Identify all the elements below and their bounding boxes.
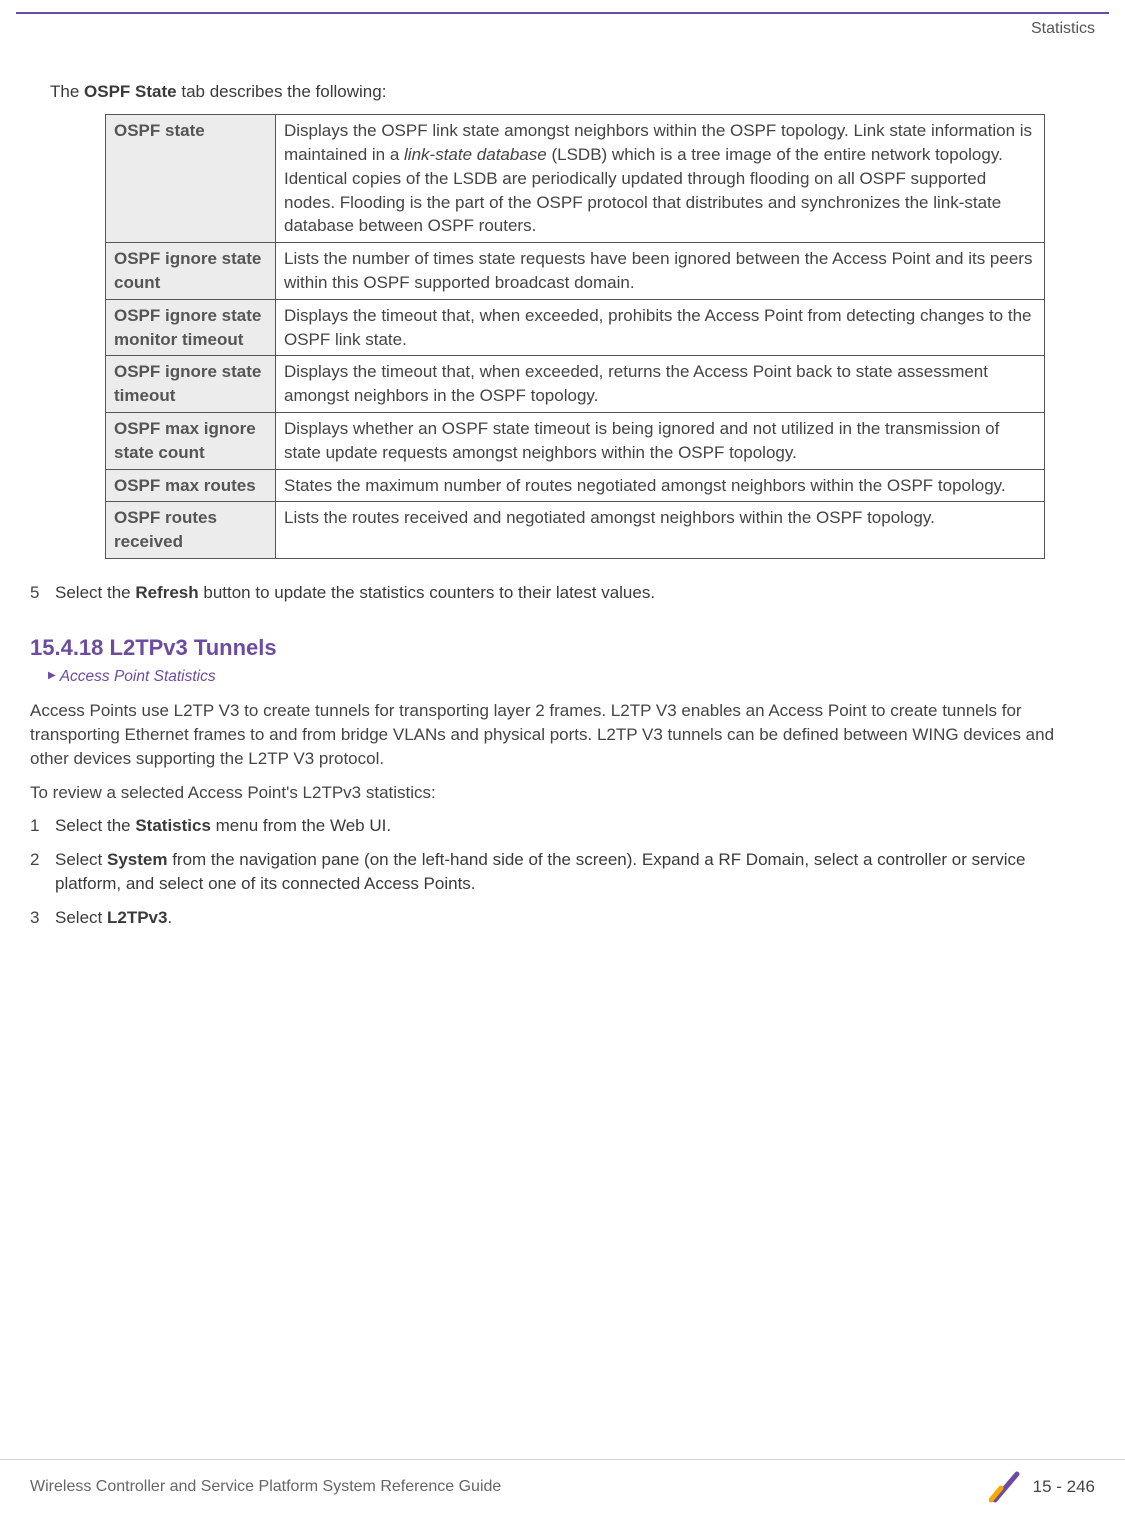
table-row: OSPF ignore state monitor timeout Displa… bbox=[106, 299, 1045, 356]
step-bold: System bbox=[107, 850, 167, 869]
triangle-right-icon: ▶ bbox=[48, 669, 56, 683]
intro-prefix: The bbox=[50, 82, 84, 101]
table-row: OSPF ignore state count Lists the number… bbox=[106, 243, 1045, 300]
intro-line: The OSPF State tab describes the followi… bbox=[30, 80, 1095, 104]
row-label: OSPF state bbox=[106, 115, 276, 243]
intro-bold: OSPF State bbox=[84, 82, 177, 101]
page-content: The OSPF State tab describes the followi… bbox=[0, 40, 1125, 1459]
step-bold: Statistics bbox=[135, 816, 211, 835]
footer-right: 15 - 246 bbox=[989, 1470, 1095, 1504]
step-prefix: Select the bbox=[55, 816, 135, 835]
row-desc: Lists the routes received and negotiated… bbox=[276, 502, 1045, 559]
page-number: 15 - 246 bbox=[1033, 1475, 1095, 1499]
step-number: 5 bbox=[30, 581, 55, 605]
row-desc: States the maximum number of routes nego… bbox=[276, 469, 1045, 502]
step-prefix: Select bbox=[55, 850, 107, 869]
step-1: 1 Select the Statistics menu from the We… bbox=[30, 814, 1095, 838]
table-row: OSPF state Displays the OSPF link state … bbox=[106, 115, 1045, 243]
row-desc: Displays the timeout that, when exceeded… bbox=[276, 299, 1045, 356]
table-row: OSPF max routes States the maximum numbe… bbox=[106, 469, 1045, 502]
step-number: 1 bbox=[30, 814, 55, 838]
header-breadcrumb: Statistics bbox=[0, 14, 1125, 40]
row-label: OSPF ignore state timeout bbox=[106, 356, 276, 413]
crumb-text: Access Point Statistics bbox=[60, 666, 216, 688]
step-prefix: Select bbox=[55, 908, 107, 927]
step-prefix: Select the bbox=[55, 583, 135, 602]
step-bold: Refresh bbox=[135, 583, 198, 602]
step-text: Select the Statistics menu from the Web … bbox=[55, 814, 1095, 838]
step-text: Select System from the navigation pane (… bbox=[55, 848, 1095, 896]
step-suffix: menu from the Web UI. bbox=[211, 816, 391, 835]
row-label: OSPF ignore state monitor timeout bbox=[106, 299, 276, 356]
desc-italic: link-state database bbox=[404, 145, 547, 164]
step-5: 5 Select the Refresh button to update th… bbox=[30, 581, 1095, 605]
step-text: Select L2TPv3. bbox=[55, 906, 1095, 930]
brand-slash-icon bbox=[989, 1470, 1023, 1504]
paragraph: Access Points use L2TP V3 to create tunn… bbox=[30, 699, 1095, 770]
page-footer: Wireless Controller and Service Platform… bbox=[0, 1459, 1125, 1518]
section-crumb[interactable]: ▶ Access Point Statistics bbox=[48, 666, 1095, 688]
row-label: OSPF ignore state count bbox=[106, 243, 276, 300]
table-row: OSPF ignore state timeout Displays the t… bbox=[106, 356, 1045, 413]
step-suffix: button to update the statistics counters… bbox=[199, 583, 655, 602]
footer-title: Wireless Controller and Service Platform… bbox=[30, 1476, 501, 1498]
step-bold: L2TPv3 bbox=[107, 908, 167, 927]
row-desc: Displays the timeout that, when exceeded… bbox=[276, 356, 1045, 413]
step-suffix: from the navigation pane (on the left-ha… bbox=[55, 850, 1025, 893]
step-2: 2 Select System from the navigation pane… bbox=[30, 848, 1095, 896]
row-desc: Displays whether an OSPF state timeout i… bbox=[276, 412, 1045, 469]
paragraph: To review a selected Access Point's L2TP… bbox=[30, 781, 1095, 805]
step-3: 3 Select L2TPv3. bbox=[30, 906, 1095, 930]
step-text: Select the Refresh button to update the … bbox=[55, 581, 1095, 605]
row-label: OSPF routes received bbox=[106, 502, 276, 559]
row-label: OSPF max routes bbox=[106, 469, 276, 502]
table-row: OSPF max ignore state count Displays whe… bbox=[106, 412, 1045, 469]
ospf-state-table: OSPF state Displays the OSPF link state … bbox=[105, 114, 1045, 559]
step-number: 2 bbox=[30, 848, 55, 872]
row-desc: Lists the number of times state requests… bbox=[276, 243, 1045, 300]
step-number: 3 bbox=[30, 906, 55, 930]
section-heading: 15.4.18 L2TPv3 Tunnels bbox=[30, 633, 1095, 664]
row-desc: Displays the OSPF link state amongst nei… bbox=[276, 115, 1045, 243]
step-suffix: . bbox=[167, 908, 172, 927]
intro-suffix: tab describes the following: bbox=[177, 82, 387, 101]
table-row: OSPF routes received Lists the routes re… bbox=[106, 502, 1045, 559]
row-label: OSPF max ignore state count bbox=[106, 412, 276, 469]
